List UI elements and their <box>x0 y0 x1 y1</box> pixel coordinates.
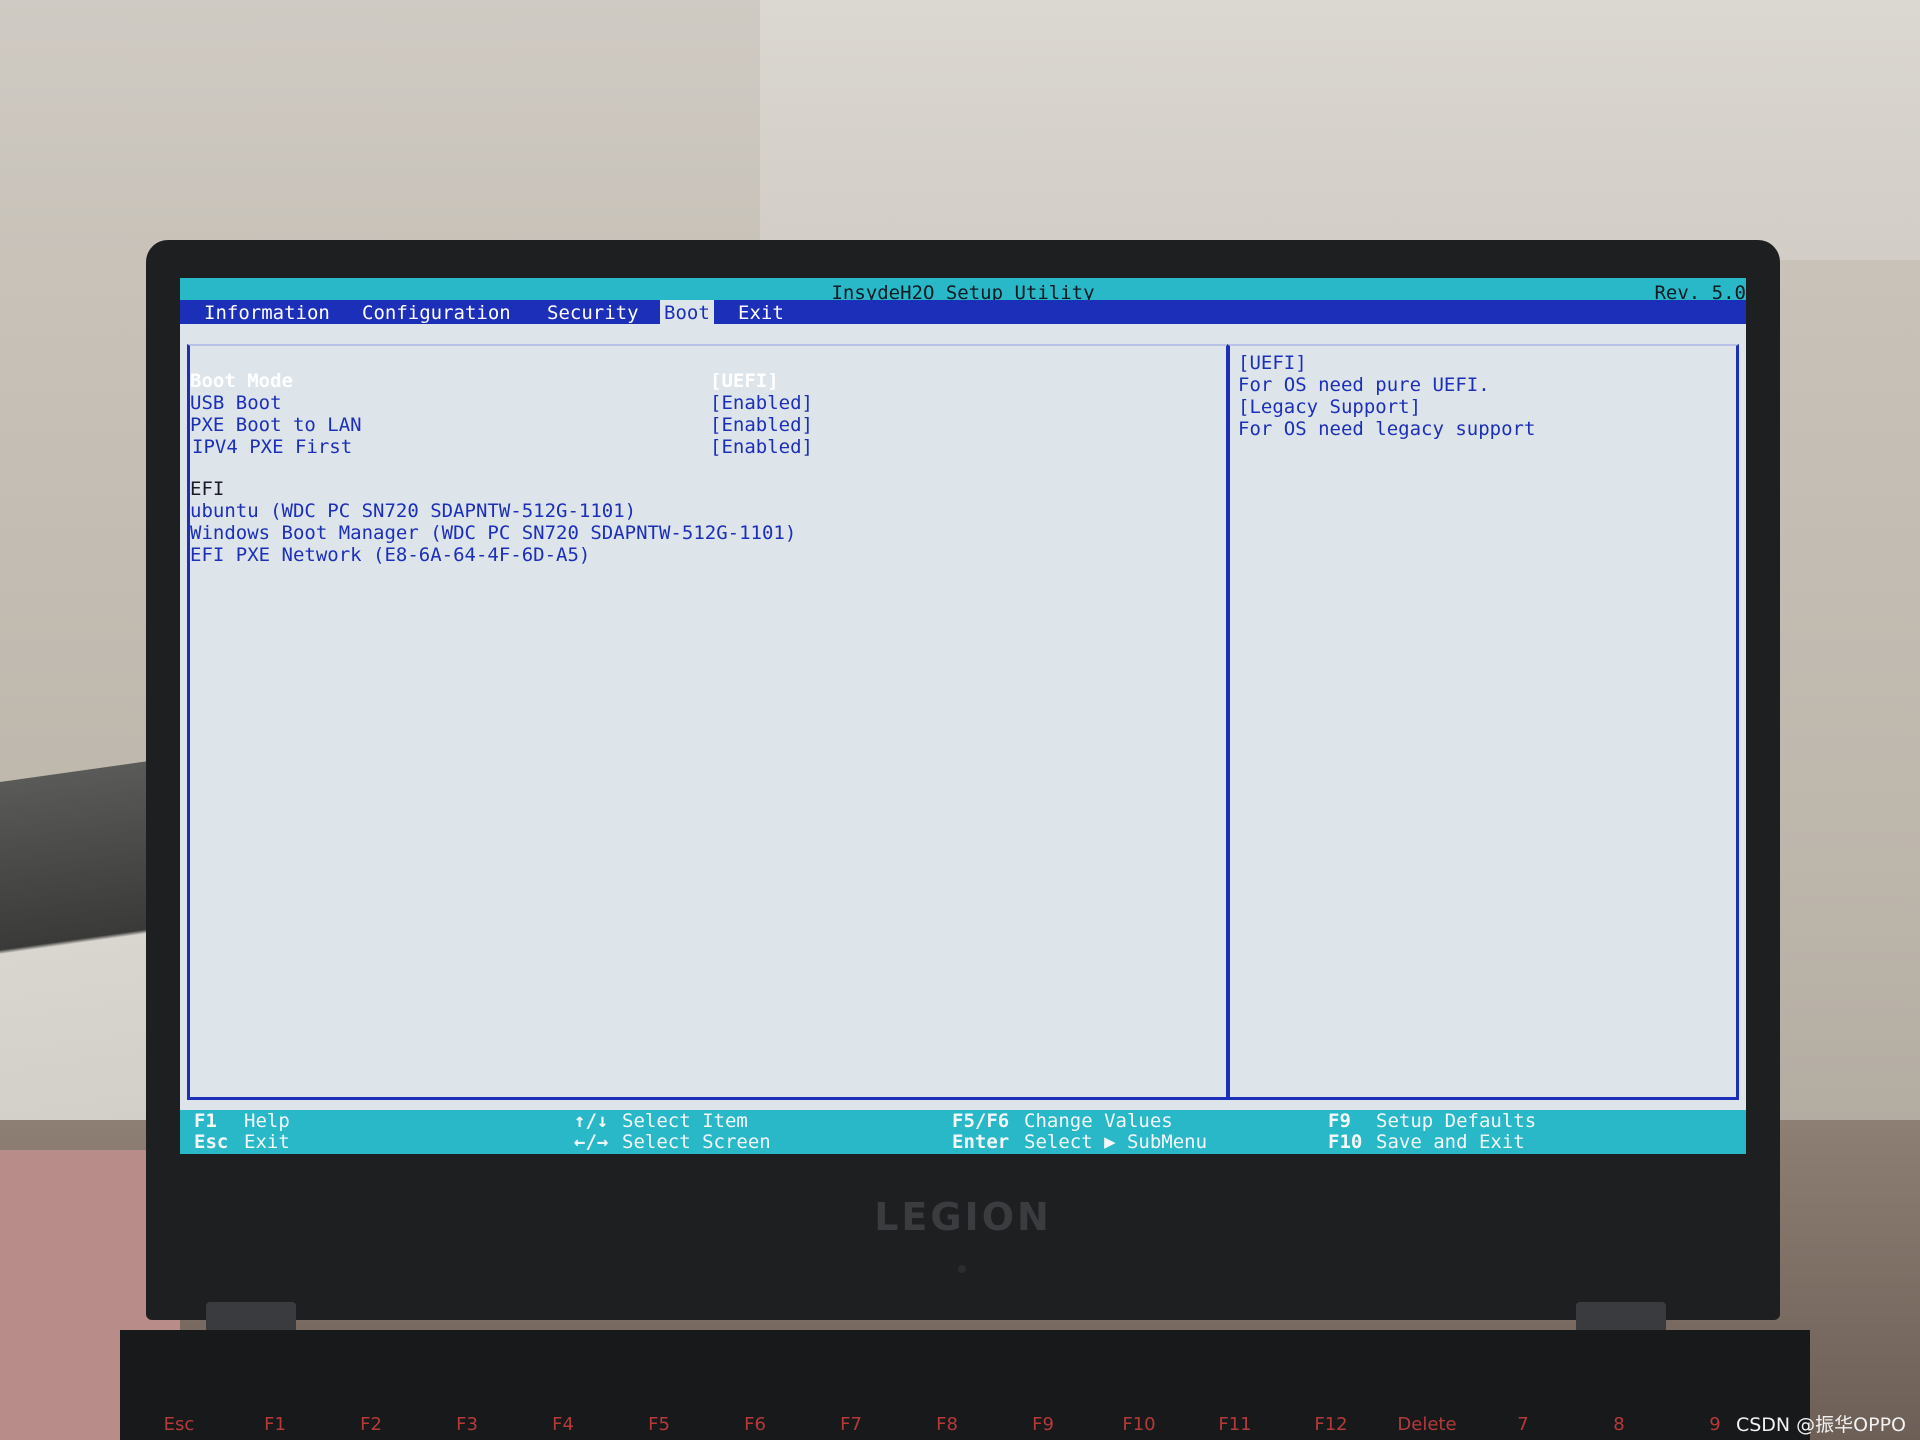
boot-entry-efi-pxe[interactable]: EFI PXE Network (E8-6A-64-4F-6D-A5) <box>190 544 590 566</box>
keyboard-key[interactable]: F8 <box>908 1410 986 1440</box>
tab-security[interactable]: Security <box>543 300 643 324</box>
f9-desc: Setup Defaults <box>1376 1110 1537 1132</box>
help-line: [Legacy Support] <box>1238 396 1422 418</box>
keyboard-key[interactable]: F4 <box>524 1410 602 1440</box>
keyboard-key[interactable]: F3 <box>428 1410 506 1440</box>
setting-ipv4-pxe-label[interactable]: IPV4 PXE First <box>192 436 352 458</box>
keyboard-key[interactable]: F7 <box>812 1410 890 1440</box>
bios-screen: InsydeH2O Setup Utility Rev. 5.0 Informa… <box>180 278 1746 1154</box>
keyboard-key[interactable]: 7 <box>1484 1410 1562 1440</box>
f10-key: F10 <box>1328 1131 1363 1153</box>
setting-usb-boot-value[interactable]: [Enabled] <box>710 392 813 414</box>
f1-key: F1 <box>194 1110 217 1132</box>
esc-desc: Exit <box>244 1131 290 1153</box>
keyboard-key[interactable]: F10 <box>1100 1410 1178 1440</box>
keyboard-key[interactable]: F6 <box>716 1410 794 1440</box>
f9-key: F9 <box>1328 1110 1351 1132</box>
updown-desc: Select Item <box>622 1110 748 1132</box>
enter-key: Enter <box>952 1131 1010 1153</box>
leftright-desc: Select Screen <box>622 1131 771 1153</box>
efi-section-heading: EFI <box>190 478 225 500</box>
tab-configuration[interactable]: Configuration <box>358 300 515 324</box>
setting-boot-mode-label[interactable]: Boot Mode <box>190 370 293 392</box>
f5f6-key: F5/F6 <box>952 1110 1010 1132</box>
f1-desc: Help <box>244 1110 290 1132</box>
tab-information[interactable]: Information <box>200 300 334 324</box>
keyboard-key[interactable]: F1 <box>236 1410 314 1440</box>
bios-key-legend: F1 Help Esc Exit ↑/↓ Select Item ←/→ Sel… <box>180 1110 1746 1154</box>
enter-desc: Select ▶ SubMenu <box>1024 1131 1208 1153</box>
boot-entry-ubuntu[interactable]: ubuntu (WDC PC SN720 SDAPNTW-512G-1101) <box>190 500 636 522</box>
tab-exit[interactable]: Exit <box>734 300 788 324</box>
keyboard-key[interactable]: 8 <box>1580 1410 1658 1440</box>
tab-boot[interactable]: Boot <box>660 300 714 324</box>
keyboard-key[interactable]: F5 <box>620 1410 698 1440</box>
webcam-icon <box>958 1265 966 1273</box>
background-wall <box>760 0 1920 260</box>
setting-pxe-boot-label[interactable]: PXE Boot to LAN <box>190 414 362 436</box>
keyboard-key[interactable]: Esc <box>140 1410 218 1440</box>
watermark: CSDN @振华OPPO <box>1735 1414 1906 1436</box>
keyboard-key[interactable]: F2 <box>332 1410 410 1440</box>
setting-pxe-boot-value[interactable]: [Enabled] <box>710 414 813 436</box>
boot-entry-windows[interactable]: Windows Boot Manager (WDC PC SN720 SDAPN… <box>190 522 796 544</box>
f5f6-desc: Change Values <box>1024 1110 1173 1132</box>
help-line: For OS need legacy support <box>1238 418 1536 440</box>
updown-key: ↑/↓ <box>574 1110 609 1132</box>
keyboard-key[interactable]: F12 <box>1292 1410 1370 1440</box>
bios-menu-bar: Information Configuration Security Boot … <box>180 300 1746 324</box>
setting-boot-mode-value[interactable]: [UEFI] <box>710 370 779 392</box>
laptop-logo: LEGION <box>874 1195 1052 1239</box>
setting-usb-boot-label[interactable]: USB Boot <box>190 392 282 414</box>
keyboard-key[interactable]: F11 <box>1196 1410 1274 1440</box>
esc-key: Esc <box>194 1131 229 1153</box>
keyboard-key[interactable]: F9 <box>1004 1410 1082 1440</box>
item-help-panel: [UEFI] For OS need pure UEFI. [Legacy Su… <box>1227 344 1739 1100</box>
leftright-key: ←/→ <box>574 1131 609 1153</box>
f10-desc: Save and Exit <box>1376 1131 1525 1153</box>
keyboard-key[interactable]: Delete <box>1388 1410 1466 1440</box>
setting-ipv4-pxe-value[interactable]: [Enabled] <box>710 436 813 458</box>
help-line: For OS need pure UEFI. <box>1238 374 1490 396</box>
help-line: [UEFI] <box>1238 352 1307 374</box>
